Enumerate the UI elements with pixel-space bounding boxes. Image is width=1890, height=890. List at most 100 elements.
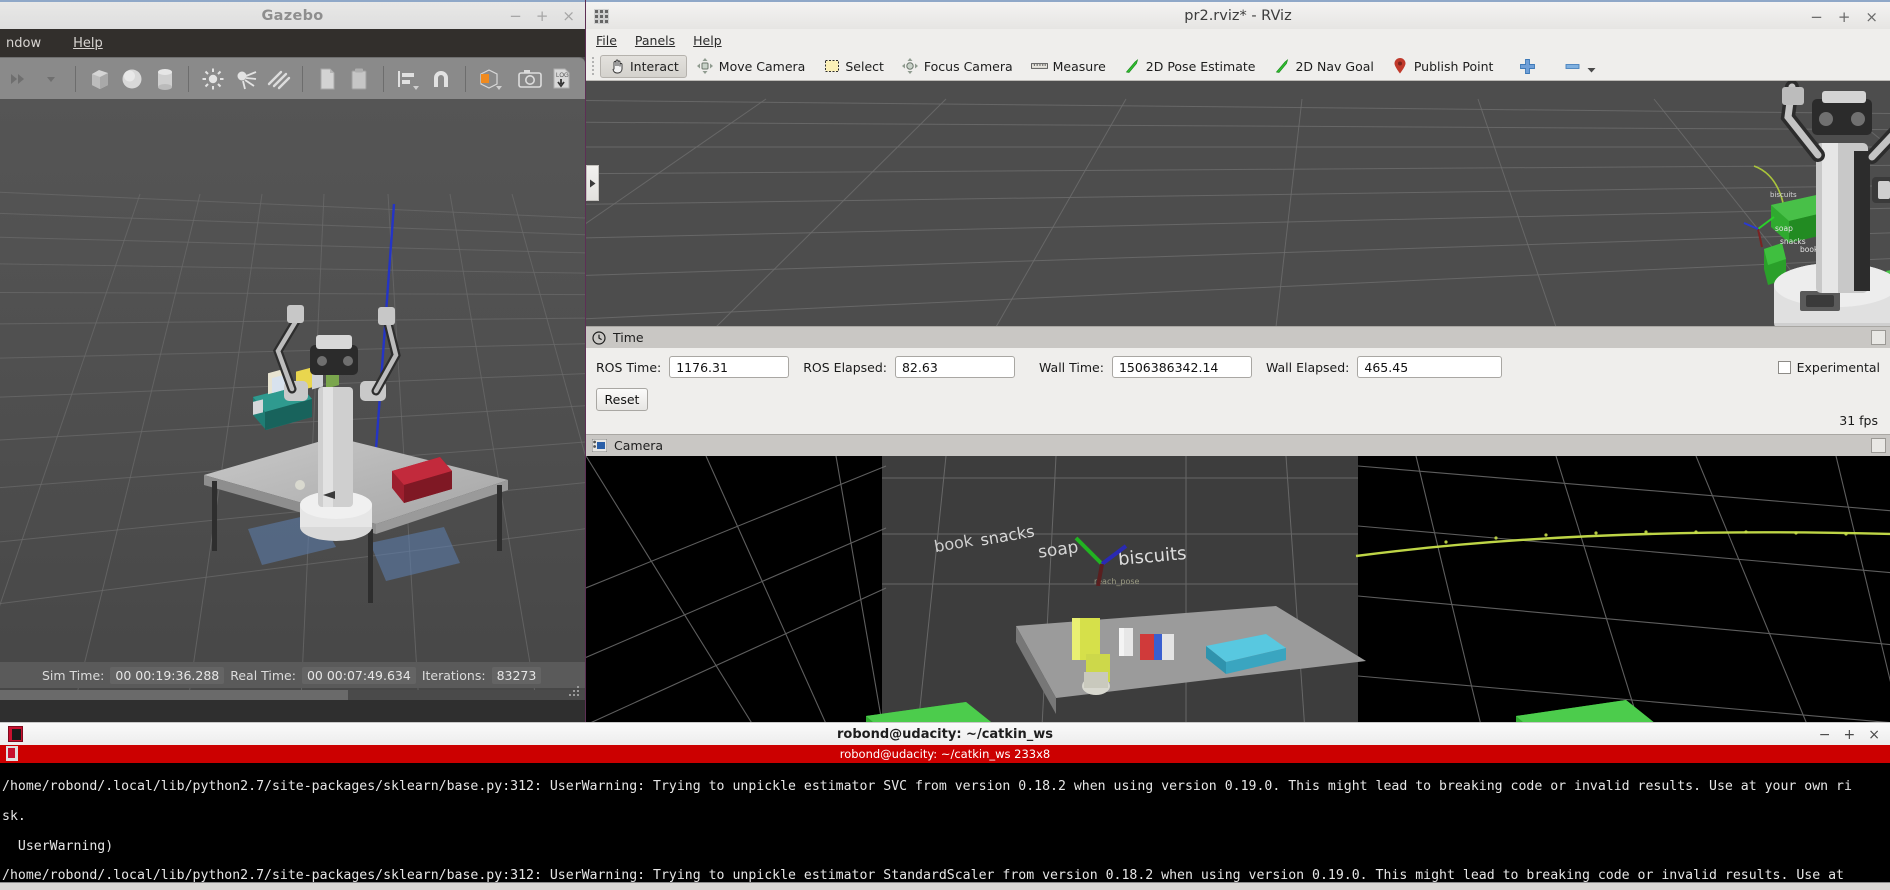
- experimental-checkbox-box[interactable]: [1777, 360, 1791, 374]
- gazebo-horizontal-scrollbar[interactable]: [0, 690, 585, 700]
- move-camera-icon: [697, 58, 714, 75]
- toolbar-separator: [464, 65, 466, 92]
- sphere-shape-icon[interactable]: [119, 66, 144, 92]
- close-icon[interactable]: ×: [1865, 8, 1878, 26]
- tool-measure[interactable]: Measure: [1023, 55, 1114, 78]
- maximize-icon[interactable]: +: [1838, 8, 1851, 26]
- gazebo-3d-viewport[interactable]: [0, 99, 585, 722]
- minimize-icon[interactable]: −: [509, 9, 522, 24]
- terminal-app-icon: [8, 726, 23, 742]
- terminal-window: robond@udacity: ~/catkin_ws − + × robond…: [0, 722, 1890, 890]
- tool-2d-nav-goal[interactable]: 2D Nav Goal: [1265, 55, 1381, 78]
- log-record-icon[interactable]: LOG: [550, 66, 575, 92]
- time-panel-title: Time: [613, 330, 644, 345]
- dropdown-arrow-icon[interactable]: [38, 66, 63, 92]
- sim-time-value: 00 00:19:36.288: [110, 666, 225, 684]
- rviz-toolbar: Interact Move Camera Select Focus Camera: [586, 52, 1890, 80]
- tool-2d-pose-estimate-label: 2D Pose Estimate: [1145, 58, 1256, 74]
- copy-icon[interactable]: [314, 66, 339, 92]
- terminal-titlebar: robond@udacity: ~/catkin_ws − + ×: [0, 722, 1890, 745]
- menu-panels[interactable]: Panels: [635, 33, 675, 48]
- directional-light-icon[interactable]: [265, 66, 291, 92]
- box-shape-icon[interactable]: [87, 66, 112, 92]
- align-icon[interactable]: [395, 66, 421, 92]
- paste-icon[interactable]: [347, 66, 372, 92]
- desktop-taskbar[interactable]: [0, 882, 1890, 890]
- terminal-line: UserWarning): [2, 838, 114, 854]
- time-panel-float-button[interactable]: [1871, 330, 1886, 345]
- menu-window[interactable]: ndow: [0, 34, 47, 53]
- rviz-menubar: File Panels Help: [586, 29, 1890, 52]
- svg-text:biscuits: biscuits: [1770, 191, 1797, 199]
- svg-text:LOG: LOG: [556, 73, 569, 79]
- gazebo-toolbar: LOG: [0, 57, 585, 99]
- plus-icon: [1519, 58, 1536, 75]
- menu-help[interactable]: Help: [67, 34, 109, 53]
- tool-move-camera[interactable]: Move Camera: [689, 55, 814, 78]
- maximize-icon[interactable]: +: [1844, 727, 1856, 743]
- time-panel-header: Time: [586, 326, 1890, 348]
- camera-panel-icon: [592, 439, 607, 452]
- gazebo-window-controls[interactable]: − + ×: [509, 2, 575, 31]
- close-icon[interactable]: ×: [1868, 727, 1880, 743]
- chevron-down-icon[interactable]: [1586, 61, 1596, 78]
- tool-move-camera-label: Move Camera: [718, 58, 806, 74]
- gazebo-statusbar: Sim Time: 00 00:19:36.288 Real Time: 00 …: [0, 662, 585, 688]
- minimize-icon[interactable]: −: [1810, 8, 1823, 26]
- tool-2d-pose-estimate[interactable]: 2D Pose Estimate: [1116, 55, 1264, 78]
- wall-elapsed-label: Wall Elapsed:: [1265, 359, 1350, 375]
- gazebo-menubar: ndow Help: [0, 29, 585, 57]
- gazebo-window: Gazebo − + × ndow Help LOG Sim Time: 00 …: [0, 0, 585, 722]
- panel-expand-handle[interactable]: [586, 165, 599, 201]
- tool-remove-button[interactable]: [1546, 51, 1604, 81]
- close-icon[interactable]: ×: [562, 9, 575, 24]
- tool-interact[interactable]: Interact: [600, 54, 687, 78]
- iterations-label: Iterations:: [421, 667, 486, 683]
- menu-help[interactable]: Help: [693, 33, 722, 48]
- tool-interact-label: Interact: [630, 58, 679, 74]
- terminal-tab[interactable]: robond@udacity: ~/catkin_ws 233x8: [0, 745, 1890, 763]
- terminal-output[interactable]: /home/robond/.local/lib/python2.7/site-p…: [0, 763, 1890, 890]
- reset-button[interactable]: Reset: [596, 388, 648, 411]
- screenshot-camera-icon[interactable]: [517, 66, 543, 92]
- sim-time-label: Sim Time:: [42, 667, 105, 683]
- ros-elapsed-field[interactable]: 82.63: [894, 356, 1015, 378]
- tool-publish-point[interactable]: Publish Point: [1384, 55, 1502, 78]
- camera-panel-float-button[interactable]: [1871, 438, 1886, 453]
- toolbar-separator: [383, 65, 385, 92]
- rviz-3d-view[interactable]: biscuits soap snacks book: [586, 80, 1890, 326]
- ros-time-field[interactable]: 1176.31: [669, 356, 790, 378]
- camera-panel-header: Camera: [586, 434, 1890, 456]
- ruler-icon: [1030, 58, 1048, 75]
- view-cube-icon[interactable]: [477, 66, 503, 92]
- maximize-icon[interactable]: +: [536, 9, 549, 24]
- terminal-window-controls[interactable]: − + ×: [1819, 723, 1880, 746]
- minus-icon: [1564, 58, 1581, 75]
- menu-file[interactable]: File: [596, 33, 617, 48]
- tool-select[interactable]: Select: [815, 55, 892, 78]
- experimental-checkbox[interactable]: Experimental: [1777, 360, 1880, 375]
- tool-add-button[interactable]: [1503, 55, 1544, 78]
- translate-arrow-icon[interactable]: [6, 66, 31, 92]
- terminal-tab-title: robond@udacity: ~/catkin_ws 233x8: [839, 747, 1051, 761]
- time-fields-row: ROS Time: 1176.31 ROS Elapsed: 82.63 Wal…: [596, 356, 1880, 378]
- minimize-icon[interactable]: −: [1819, 727, 1831, 743]
- real-time-label: Real Time:: [230, 667, 296, 683]
- wall-time-field[interactable]: 1506386342.14: [1111, 356, 1252, 378]
- map-pin-icon: [1392, 58, 1409, 75]
- ros-elapsed-label: ROS Elapsed:: [803, 359, 887, 375]
- spot-light-icon[interactable]: [233, 66, 258, 92]
- toolbar-drag-handle[interactable]: [590, 55, 598, 77]
- toolbar-separator: [188, 65, 190, 92]
- snap-magnet-icon[interactable]: [428, 66, 453, 92]
- resize-grip-icon[interactable]: [569, 684, 581, 696]
- time-panel-body: ROS Time: 1176.31 ROS Elapsed: 82.63 Wal…: [586, 348, 1890, 434]
- toolbar-separator: [74, 65, 76, 92]
- wall-elapsed-field[interactable]: 465.45: [1357, 356, 1503, 378]
- point-light-icon[interactable]: [200, 66, 225, 92]
- rviz-camera-view[interactable]: book snacks soap biscuits reach_pose: [586, 456, 1890, 722]
- rviz-window-controls[interactable]: − + ×: [1810, 2, 1878, 31]
- tool-focus-camera[interactable]: Focus Camera: [894, 55, 1021, 78]
- cylinder-shape-icon[interactable]: [152, 66, 177, 92]
- iterations-value: 83273: [491, 666, 542, 684]
